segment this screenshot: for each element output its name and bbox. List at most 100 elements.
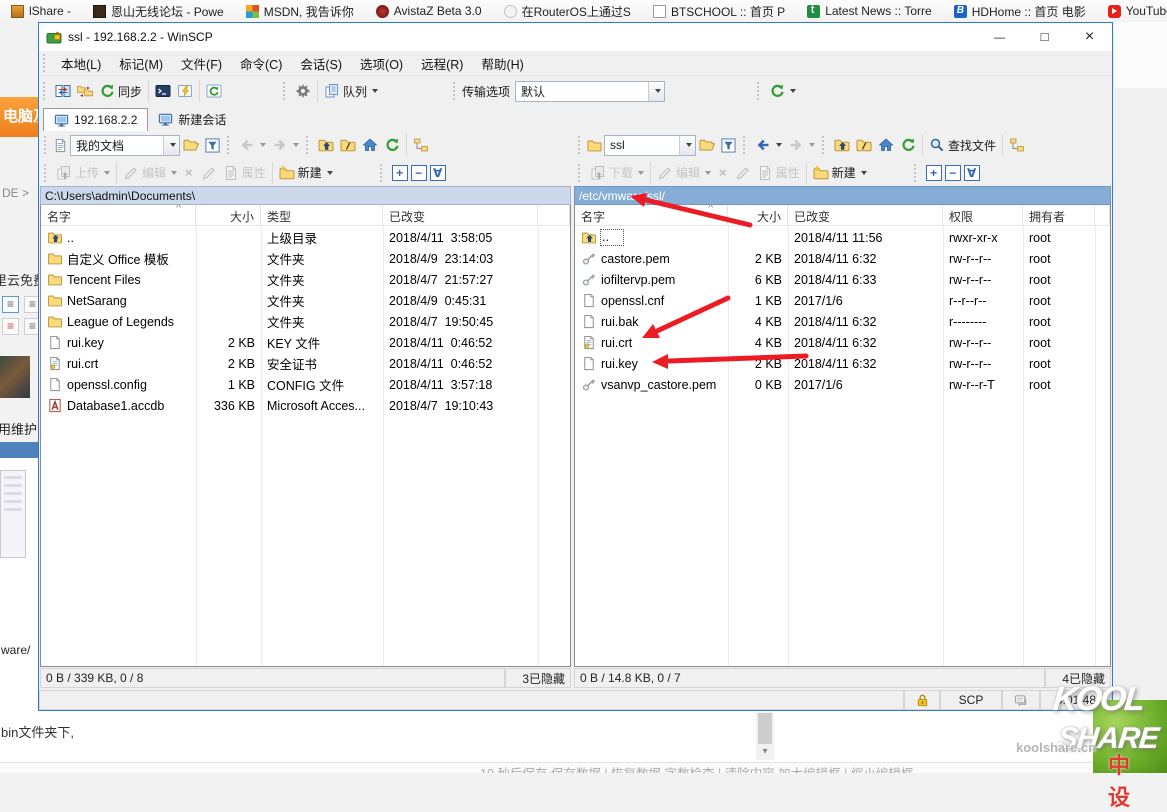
column-header-changed[interactable]: 已改变: [383, 205, 538, 225]
file-row[interactable]: ..2018/4/11 11:56rwxr-xr-xroot: [575, 226, 1110, 247]
menu-item[interactable]: 命令(C): [231, 54, 291, 73]
refresh-session-button[interactable]: [203, 79, 225, 103]
file-row[interactable]: rui.key2 KB2018/4/11 6:32rw-r--r--root: [575, 352, 1110, 373]
synchronize-options-button[interactable]: [766, 79, 799, 103]
align-left-icon[interactable]: ≡: [2, 296, 19, 313]
file-row[interactable]: 自定义 Office 模板文件夹2018/4/9 23:14:03: [41, 247, 570, 268]
synchronize-button[interactable]: 同步: [96, 79, 145, 103]
open-directory-button[interactable]: [696, 133, 718, 157]
parent-directory-button[interactable]: [831, 133, 853, 157]
browser-tab[interactable]: lShare -: [0, 0, 82, 22]
menu-item[interactable]: 选项(O): [351, 54, 412, 73]
menu-item[interactable]: 会话(S): [291, 54, 351, 73]
session-tab-active[interactable]: 192.168.2.2: [43, 108, 148, 131]
browser-tab[interactable]: HDHome :: 首页 电影: [943, 0, 1097, 22]
transfer-settings-combobox[interactable]: 默认: [515, 81, 665, 102]
column-header-perm[interactable]: 权限: [943, 205, 1023, 225]
back-button[interactable]: [752, 133, 785, 157]
unselect-files-button[interactable]: −: [945, 165, 961, 181]
toolbar-grip3[interactable]: [453, 82, 459, 100]
file-row[interactable]: Database1.accdb336 KBMicrosoft Acces...2…: [41, 394, 570, 415]
remote-dir-combobox[interactable]: ssl: [604, 135, 696, 156]
menu-item[interactable]: 本地(L): [52, 54, 110, 73]
directory-tree-button[interactable]: [1006, 133, 1028, 157]
directory-tree-button[interactable]: [410, 133, 432, 157]
select-same-ext-button[interactable]: ∀: [964, 165, 980, 181]
menu-grip[interactable]: [43, 54, 49, 72]
chevron-down-icon[interactable]: [648, 82, 664, 101]
filter-button[interactable]: [718, 133, 739, 157]
open-console-button[interactable]: [152, 79, 174, 103]
preferences-button[interactable]: [292, 79, 314, 103]
encryption-cell[interactable]: [904, 690, 940, 710]
new-button[interactable]: 新建: [276, 161, 336, 185]
file-row[interactable]: rui.crt4 KB2018/4/11 6:32rw-r--r--root: [575, 331, 1110, 352]
delete-button[interactable]: ×: [180, 161, 198, 185]
root-directory-button[interactable]: [853, 133, 875, 157]
browser-tab[interactable]: YouTube: [1097, 0, 1167, 22]
editor-scrollbar-thumb[interactable]: [758, 713, 772, 744]
column-header-owner[interactable]: 拥有者: [1023, 205, 1095, 225]
new-button[interactable]: 新建: [810, 161, 870, 185]
maximize-button[interactable]: [1022, 23, 1067, 51]
find-files-button[interactable]: 查找文件: [926, 133, 999, 157]
editor-toolbar[interactable]: 10 秒后保存 保存数据 | 恢复数据 字数检查 | 清除内容 加大编辑框 | …: [0, 762, 1167, 773]
remote-hidden-count[interactable]: 4已隐藏: [1045, 668, 1111, 688]
menu-item[interactable]: 远程(R): [412, 54, 472, 73]
file-row[interactable]: Tencent Files文件夹2018/4/7 21:57:27: [41, 268, 570, 289]
file-row[interactable]: openssl.cnf1 KB2017/1/6r--r--r--root: [575, 289, 1110, 310]
properties-button[interactable]: 属性: [220, 161, 269, 185]
select-files-button[interactable]: +: [392, 165, 408, 181]
title-bar[interactable]: ssl - 192.168.2.2 - WinSCP: [39, 23, 1112, 51]
sync-browsing-button[interactable]: [74, 79, 96, 103]
post-editor-area[interactable]: [0, 710, 1167, 762]
file-row[interactable]: ..上级目录2018/4/11 3:58:05: [41, 226, 570, 247]
browser-tab[interactable]: AvistaZ Beta 3.0: [365, 0, 493, 22]
editor-toolbar-text[interactable]: 10 秒后保存 保存数据 | 恢复数据 字数检查 | 清除内容 加大编辑框 | …: [480, 763, 913, 773]
upload-button[interactable]: 上传: [53, 161, 113, 185]
forward-button[interactable]: [785, 133, 818, 157]
properties-button[interactable]: 属性: [754, 161, 803, 185]
toolbar-grip4[interactable]: [757, 82, 763, 100]
menu-item[interactable]: 文件(F): [172, 54, 231, 73]
edit-alt-button[interactable]: [198, 161, 220, 185]
filter-button[interactable]: [202, 133, 223, 157]
toolbar-grip[interactable]: [43, 82, 49, 100]
unselect-files-button[interactable]: −: [411, 165, 427, 181]
session-tab-new[interactable]: 新建会话: [148, 108, 236, 131]
edit-button[interactable]: 编辑: [654, 161, 714, 185]
menu-item[interactable]: 标记(M): [110, 54, 172, 73]
column-header-size[interactable]: 大小: [196, 205, 261, 225]
column-header-name[interactable]: 名字^: [575, 205, 728, 225]
refresh-button[interactable]: [381, 133, 403, 157]
back-button[interactable]: [236, 133, 269, 157]
queue-button[interactable]: 队列: [321, 79, 381, 103]
select-same-ext-button[interactable]: ∀: [430, 165, 446, 181]
download-button[interactable]: 下载: [587, 161, 647, 185]
browser-tab[interactable]: BTSCHOOL :: 首页 P: [642, 0, 796, 22]
edit-button[interactable]: 编辑: [120, 161, 180, 185]
swap-panels-button[interactable]: [52, 79, 74, 103]
delete-button[interactable]: ×: [714, 161, 732, 185]
browser-tab[interactable]: MSDN, 我告诉你: [235, 0, 365, 22]
browser-tab[interactable]: Latest News :: Torre: [796, 0, 943, 22]
browser-tab[interactable]: 恩山无线论坛 - Powe: [82, 0, 235, 22]
file-row[interactable]: openssl.config1 KBCONFIG 文件2018/4/11 3:5…: [41, 373, 570, 394]
local-path-bar[interactable]: C:\Users\admin\Documents\: [40, 186, 571, 205]
home-directory-button[interactable]: [359, 133, 381, 157]
column-header-type[interactable]: 类型: [261, 205, 383, 225]
file-row[interactable]: rui.key2 KBKEY 文件2018/4/11 0:46:52: [41, 331, 570, 352]
home-directory-button[interactable]: [875, 133, 897, 157]
root-directory-button[interactable]: [337, 133, 359, 157]
protocol-cell[interactable]: SCP: [940, 690, 1002, 710]
column-header-changed[interactable]: 已改变: [788, 205, 943, 225]
column-header-name[interactable]: 名字^: [41, 205, 196, 225]
refresh-button[interactable]: [897, 133, 919, 157]
file-row[interactable]: League of Legends文件夹2018/4/7 19:50:45: [41, 310, 570, 331]
menu-item[interactable]: 帮助(H): [472, 54, 532, 73]
file-row[interactable]: rui.crt2 KB安全证书2018/4/11 0:46:52: [41, 352, 570, 373]
close-button[interactable]: [1067, 23, 1112, 51]
minimize-button[interactable]: [977, 23, 1022, 51]
file-row[interactable]: NetSarang文件夹2018/4/9 0:45:31: [41, 289, 570, 310]
file-row[interactable]: vsanvp_castore.pem0 KB2017/1/6rw-r--r-Tr…: [575, 373, 1110, 394]
